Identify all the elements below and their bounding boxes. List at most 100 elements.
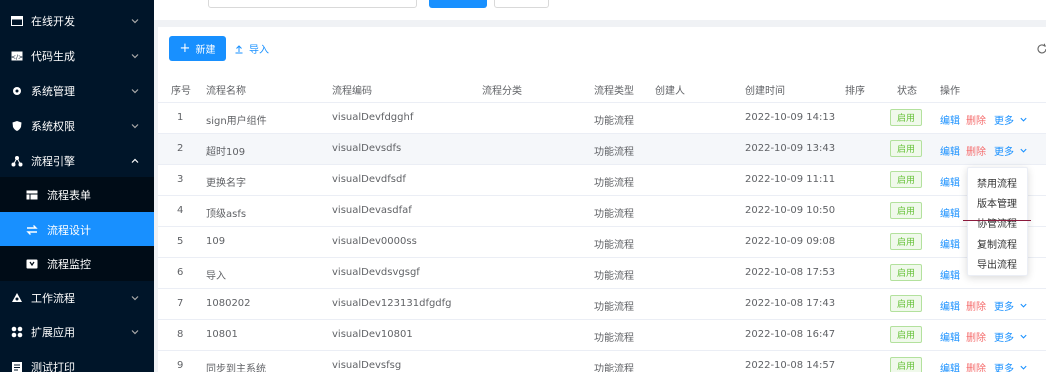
sidebar-item-online-dev[interactable]: 在线开发 — [0, 3, 154, 38]
row-created-time: 2022-10-09 10:50 — [745, 205, 836, 216]
dropdown-item-version[interactable]: 版本管理 — [977, 195, 1017, 210]
sidebar-item-flow-engine[interactable]: 流程引擎 — [0, 143, 154, 178]
edit-link[interactable]: 编辑 — [940, 174, 960, 189]
chevron-down-icon — [131, 88, 139, 93]
row-no: 8 — [177, 329, 184, 340]
gear-icon — [11, 85, 23, 97]
more-link-label: 更多 — [994, 147, 1014, 158]
row-code: visualDevsfsg — [332, 360, 402, 371]
row-type: 功能流程 — [594, 147, 634, 158]
search-button[interactable] — [429, 0, 487, 8]
status-badge: 启用 — [890, 140, 922, 157]
row-code: visualDevsdfs — [332, 143, 402, 154]
upload-icon — [235, 44, 243, 53]
col-header-creator: 创建人 — [655, 86, 685, 97]
more-link[interactable]: 更多 — [994, 143, 1028, 158]
sidebar-subitem-flow-design[interactable]: 流程设计 — [0, 212, 154, 247]
sidebar-item-label: 流程引擎 — [31, 154, 75, 168]
status-badge: 启用 — [890, 109, 922, 126]
edit-link[interactable]: 编辑 — [940, 205, 960, 220]
sidebar-item-workflow[interactable]: 工作流程 — [0, 280, 154, 315]
row-type: 功能流程 — [594, 364, 634, 372]
status-badge: 启用 — [890, 326, 922, 343]
row-code: visualDev0000ss — [332, 236, 417, 247]
refresh-icon[interactable] — [1036, 43, 1046, 55]
row-created-time: 2022-10-09 13:43 — [745, 143, 836, 154]
row-type: 功能流程 — [594, 116, 634, 127]
row-no: 1 — [177, 112, 184, 123]
delete-link[interactable]: 删除 — [966, 112, 986, 127]
delete-link[interactable]: 删除 — [966, 360, 986, 372]
row-code: visualDevasdfaf — [332, 205, 412, 216]
code-icon: </> — [11, 50, 23, 62]
sidebar-item-system-mgmt[interactable]: 系统管理 — [0, 73, 154, 108]
sidebar-item-system-auth[interactable]: 系统权限 — [0, 108, 154, 143]
col-header-type: 流程类型 — [594, 86, 634, 97]
row-name: 顶级asfs — [206, 209, 247, 220]
more-link[interactable]: 更多 — [994, 298, 1028, 313]
chevron-down-icon — [1020, 303, 1027, 308]
dropdown-item-export[interactable]: 导出流程 — [977, 256, 1017, 271]
row-created-time: 2022-10-08 16:47 — [745, 329, 836, 340]
delete-link[interactable]: 删除 — [966, 143, 986, 158]
more-link-label: 更多 — [994, 364, 1014, 372]
row-name: 109 — [206, 236, 226, 247]
more-link[interactable]: 更多 — [994, 329, 1028, 344]
dropdown-item-cosupervise[interactable]: 协管流程 — [977, 215, 1017, 230]
import-button[interactable]: 导入 — [234, 36, 269, 61]
col-header-sort: 排序 — [845, 86, 865, 97]
more-link-label: 更多 — [994, 116, 1014, 127]
edit-link[interactable]: 编辑 — [940, 112, 960, 127]
sidebar-item-codegen[interactable]: </> 代码生成 — [0, 38, 154, 73]
reset-button[interactable] — [494, 0, 549, 8]
row-type: 功能流程 — [594, 209, 634, 220]
sidebar-item-label: 系统管理 — [31, 84, 75, 98]
more-link-label: 更多 — [994, 333, 1014, 344]
col-header-actions: 操作 — [940, 86, 960, 97]
row-type: 功能流程 — [594, 178, 634, 189]
flow-icon — [11, 155, 23, 167]
more-link[interactable]: 更多 — [994, 112, 1028, 127]
more-link-label: 更多 — [994, 302, 1014, 313]
sidebar-item-label: 测试打印 — [31, 360, 75, 372]
chevron-down-icon — [131, 18, 139, 23]
row-name: 10801 — [206, 329, 238, 340]
row-created-time: 2022-10-09 11:11 — [745, 174, 836, 185]
col-header-code: 流程编码 — [332, 86, 372, 97]
status-badge: 启用 — [890, 295, 922, 312]
row-name: 导入 — [206, 271, 226, 282]
edit-link[interactable]: 编辑 — [940, 298, 960, 313]
row-no: 3 — [177, 174, 184, 185]
sidebar-item-extend[interactable]: 扩展应用 — [0, 314, 154, 349]
row-no: 6 — [177, 267, 184, 278]
sidebar-subitem-label: 流程监控 — [47, 257, 91, 271]
row-code: visualDevfdgghf — [332, 112, 414, 123]
row-name: 同步到主系统 — [206, 364, 266, 372]
edit-link[interactable]: 编辑 — [940, 236, 960, 251]
edit-link[interactable]: 编辑 — [940, 360, 960, 372]
edit-link[interactable]: 编辑 — [940, 329, 960, 344]
row-no: 4 — [177, 205, 184, 216]
new-button[interactable]: + 新建 — [169, 36, 226, 61]
swap-icon — [26, 224, 38, 236]
sidebar-subitem-flow-form[interactable]: 流程表单 — [0, 177, 154, 212]
sidebar-subitem-flow-monitor[interactable]: 流程监控 — [0, 246, 154, 281]
edit-link[interactable]: 编辑 — [940, 143, 960, 158]
status-badge: 启用 — [890, 357, 922, 372]
row-code: visualDev123131dfgdfg — [332, 298, 452, 309]
sidebar: 在线开发 </> 代码生成 系统管理 系统权限 流程引擎 流程表单 流程设计 流… — [0, 0, 154, 372]
edit-link[interactable]: 编辑 — [940, 267, 960, 282]
delete-link[interactable]: 删除 — [966, 329, 986, 344]
search-input[interactable] — [208, 0, 417, 8]
more-link[interactable]: 更多 — [994, 360, 1028, 372]
row-created-time: 2022-10-09 09:08 — [745, 236, 836, 247]
row-type: 功能流程 — [594, 271, 634, 282]
delete-link[interactable]: 删除 — [966, 298, 986, 313]
dropdown-item-copy[interactable]: 复制流程 — [977, 236, 1017, 251]
dropdown-item-disable[interactable]: 禁用流程 — [977, 175, 1017, 190]
sidebar-item-label: 工作流程 — [31, 291, 75, 305]
chevron-down-icon — [131, 53, 139, 58]
row-no: 5 — [177, 236, 184, 247]
sidebar-item-print-test[interactable]: 测试打印 — [0, 349, 154, 372]
chevron-down-icon — [1020, 334, 1027, 339]
